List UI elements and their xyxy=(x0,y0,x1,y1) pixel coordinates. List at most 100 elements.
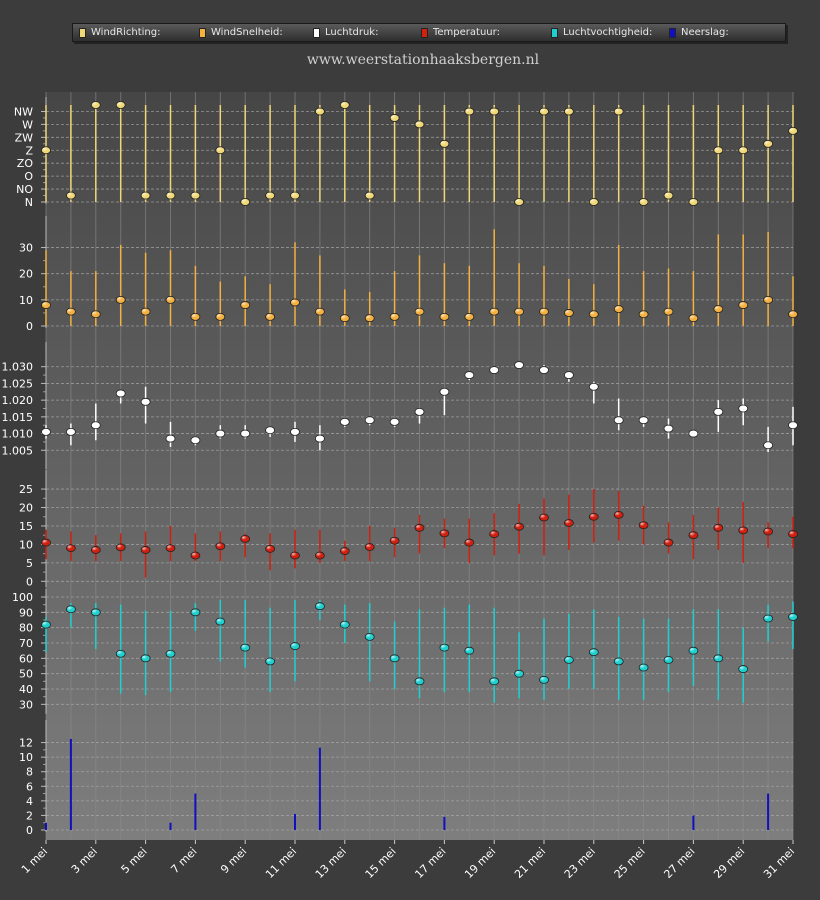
y-tick-label: 30 xyxy=(19,242,33,255)
data-point-highlight xyxy=(42,621,48,626)
data-point-highlight xyxy=(565,520,571,524)
data-point-highlight xyxy=(191,609,197,614)
data-point-highlight xyxy=(142,399,148,403)
y-tick-label: 10 xyxy=(19,751,33,764)
data-point-highlight xyxy=(540,514,546,519)
data-point-highlight xyxy=(42,147,48,152)
data-point-highlight xyxy=(266,427,272,432)
data-point-highlight xyxy=(465,314,471,318)
y-tick-label: 0 xyxy=(26,575,33,588)
y-tick-label: 4 xyxy=(26,795,33,808)
data-point-highlight xyxy=(515,523,521,528)
data-point-highlight xyxy=(341,548,347,552)
data-point-highlight xyxy=(366,544,372,548)
data-point-highlight xyxy=(117,102,123,106)
data-point-highlight xyxy=(291,429,297,433)
data-point-highlight xyxy=(291,643,297,647)
data-point-highlight xyxy=(590,649,596,653)
data-point-highlight xyxy=(266,192,272,197)
y-tick-label: 30 xyxy=(19,698,33,711)
y-tick-label: Z xyxy=(25,144,33,157)
y-tick-label: 40 xyxy=(19,683,33,696)
data-point-highlight xyxy=(341,419,347,423)
data-point-highlight xyxy=(665,425,670,430)
data-point-highlight xyxy=(714,409,720,413)
data-point-highlight xyxy=(191,437,197,442)
data-point-highlight xyxy=(67,192,73,197)
x-tick-label: 11 mei xyxy=(263,845,299,881)
data-point-highlight xyxy=(291,299,297,304)
data-point-highlight xyxy=(565,310,571,314)
data-point-highlight xyxy=(241,536,247,540)
data-point-highlight xyxy=(241,644,247,649)
data-point-highlight xyxy=(117,297,123,301)
data-point-highlight xyxy=(391,537,397,542)
data-point-highlight xyxy=(739,666,745,670)
data-point-highlight xyxy=(739,405,745,410)
data-point-highlight xyxy=(167,650,172,655)
data-point-highlight xyxy=(391,314,397,318)
data-point-highlight xyxy=(142,192,148,197)
y-tick-label: 1.030 xyxy=(2,361,34,374)
data-point-highlight xyxy=(391,655,397,660)
data-point-highlight xyxy=(789,311,795,316)
data-point-highlight xyxy=(117,390,123,395)
data-point-highlight xyxy=(341,315,347,319)
data-point-highlight xyxy=(789,128,795,132)
data-point-highlight xyxy=(590,513,596,518)
data-point-highlight xyxy=(490,308,496,313)
data-point-highlight xyxy=(665,308,670,313)
x-tick-label: 25 mei xyxy=(612,845,648,881)
data-point-highlight xyxy=(67,308,73,313)
data-point-highlight xyxy=(465,108,471,113)
data-point-highlight xyxy=(590,199,596,203)
y-tick-label: 50 xyxy=(19,668,33,681)
x-tick-label: 7 mei xyxy=(168,845,199,876)
x-tick-label: 31 mei xyxy=(761,845,797,881)
y-tick-label: 90 xyxy=(19,606,33,619)
y-tick-label: ZW xyxy=(15,131,34,144)
data-point-highlight xyxy=(665,657,670,661)
data-point-highlight xyxy=(689,532,695,536)
data-point-highlight xyxy=(316,108,322,113)
y-tick-label: 80 xyxy=(19,622,33,635)
y-tick-label: NW xyxy=(14,105,33,118)
data-point-highlight xyxy=(366,192,372,197)
data-point-highlight xyxy=(191,192,197,197)
data-point-highlight xyxy=(440,530,446,535)
y-tick-label: 25 xyxy=(19,483,33,496)
data-point-highlight xyxy=(689,647,695,652)
x-tick-label: 23 mei xyxy=(562,845,598,881)
y-tick-label: 5 xyxy=(26,557,33,570)
data-point-highlight xyxy=(590,383,596,388)
data-point-highlight xyxy=(42,539,48,544)
data-point-highlight xyxy=(316,308,322,313)
data-point-highlight xyxy=(764,442,770,447)
data-point-highlight xyxy=(92,102,98,106)
data-point-highlight xyxy=(142,308,148,313)
data-point-highlight xyxy=(640,311,646,316)
y-tick-label: W xyxy=(22,118,33,131)
data-point-highlight xyxy=(490,531,496,535)
data-point-highlight xyxy=(515,362,521,366)
data-point-highlight xyxy=(540,108,546,113)
data-point-highlight xyxy=(316,603,322,607)
data-point-highlight xyxy=(714,655,720,660)
data-point-highlight xyxy=(565,657,571,661)
data-point-highlight xyxy=(515,670,521,675)
data-point-highlight xyxy=(216,430,222,435)
data-point-highlight xyxy=(117,544,123,549)
y-tick-label: 1.020 xyxy=(2,394,34,407)
data-point-highlight xyxy=(565,108,571,113)
y-tick-label: 6 xyxy=(26,780,33,793)
y-tick-label: 20 xyxy=(19,502,33,515)
data-point-highlight xyxy=(615,108,621,113)
x-tick-label: 27 mei xyxy=(661,845,697,881)
y-tick-label: ZO xyxy=(17,157,34,170)
data-point-highlight xyxy=(391,419,397,423)
data-point-highlight xyxy=(465,372,471,376)
data-point-highlight xyxy=(739,302,745,306)
data-point-highlight xyxy=(465,539,471,544)
data-point-highlight xyxy=(689,430,695,435)
data-point-highlight xyxy=(391,115,397,119)
